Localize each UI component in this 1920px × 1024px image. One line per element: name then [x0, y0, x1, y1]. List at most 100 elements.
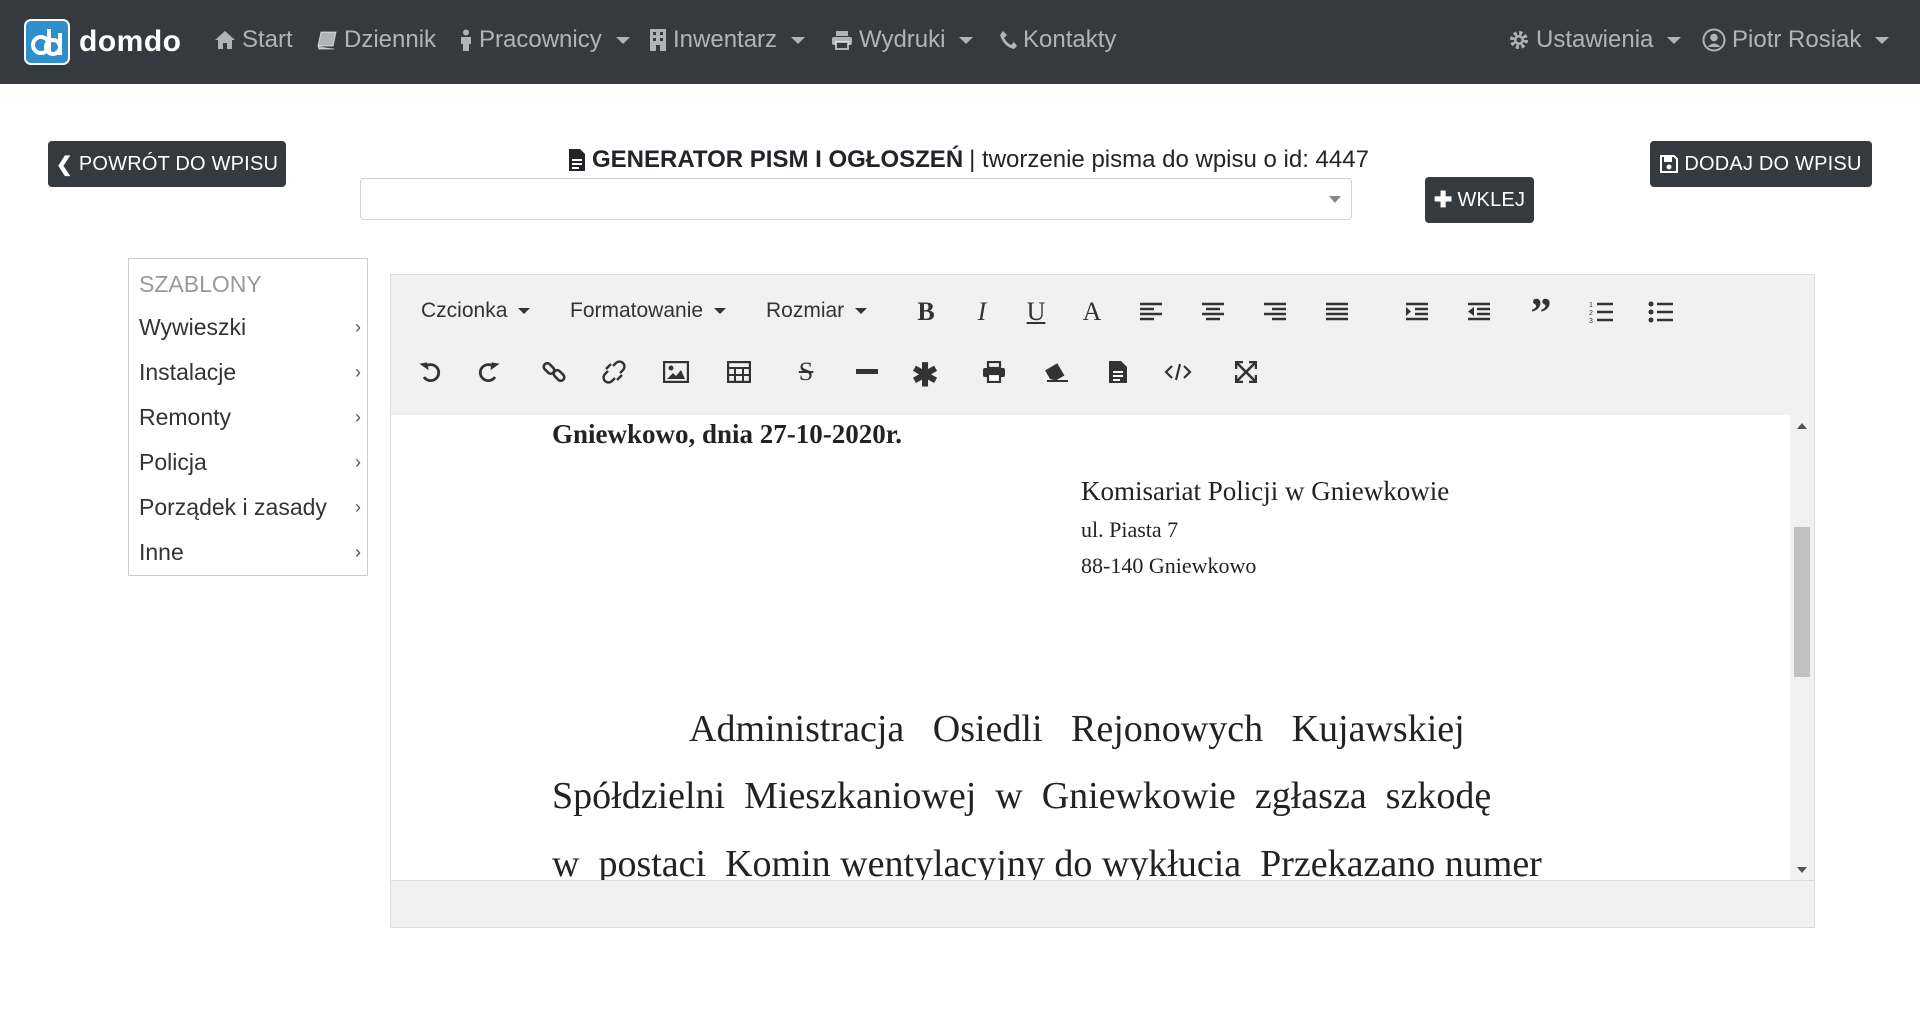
back-to-entry-button[interactable]: ❮ POWRÓT DO WPISU: [48, 141, 286, 187]
nav-dziennik[interactable]: Dziennik: [316, 26, 436, 54]
italic-button[interactable]: I: [965, 295, 999, 329]
svg-text:3: 3: [1589, 318, 1593, 323]
nav-start-label: Start: [242, 26, 293, 53]
editor-toolbar: Czcionka Formatowanie Rozmiar B I U A ” …: [391, 275, 1814, 416]
nav-dziennik-label: Dziennik: [344, 26, 437, 53]
nav-start[interactable]: Start: [214, 26, 293, 54]
nav-user-menu[interactable]: Piotr Rosiak: [1702, 26, 1890, 54]
chevron-right-icon: ›: [355, 497, 361, 517]
chevron-down-icon: [855, 308, 868, 314]
sidebar-item-instalacje[interactable]: Instalacje ›: [139, 359, 361, 386]
unlink-button[interactable]: [597, 355, 631, 389]
code-icon: [1164, 363, 1192, 381]
clear-format-button[interactable]: [1039, 355, 1073, 389]
outdent-button[interactable]: [1462, 295, 1496, 329]
align-center-icon: [1202, 302, 1224, 321]
align-right-button[interactable]: [1258, 295, 1292, 329]
sidebar-item-inne[interactable]: Inne ›: [139, 539, 361, 566]
align-justify-button[interactable]: [1320, 295, 1354, 329]
document-date-line: Gniewkowo, dnia 27-10-2020r.: [552, 419, 903, 449]
scroll-up-arrow-icon[interactable]: [1797, 423, 1807, 429]
sidebar-item-wywieszki[interactable]: Wywieszki ›: [139, 314, 361, 341]
format-dropdown[interactable]: Formatowanie: [570, 299, 727, 323]
link-icon: [542, 361, 566, 383]
chevron-down-icon: [959, 36, 974, 44]
nav-kontakty[interactable]: Kontakty: [999, 26, 1116, 54]
nav-wydruki[interactable]: Wydruki: [831, 26, 974, 54]
redo-button[interactable]: [471, 355, 505, 389]
image-icon: [663, 361, 689, 383]
align-justify-icon: [1326, 302, 1348, 321]
editor-statusbar: [391, 880, 1814, 927]
page-title-main: GENERATOR PISM I OGŁOSZEŃ: [592, 146, 964, 173]
unordered-list-button[interactable]: [1644, 295, 1678, 329]
eraser-icon: [1045, 363, 1068, 382]
nav-inwentarz[interactable]: Inwentarz: [649, 26, 806, 54]
print-button[interactable]: [977, 355, 1011, 389]
book-icon: [317, 31, 337, 50]
ordered-list-icon: 123: [1589, 302, 1613, 323]
rich-text-editor: Czcionka Formatowanie Rozmiar B I U A ” …: [390, 274, 1815, 928]
back-to-entry-label: POWRÓT DO WPISU: [78, 152, 279, 175]
align-center-button[interactable]: [1196, 295, 1230, 329]
strikethrough-button[interactable]: S: [789, 355, 823, 389]
document-body-line: Spółdzielni Mieszkaniowej w Gniewkowie z…: [552, 775, 1492, 817]
image-button[interactable]: [659, 355, 693, 389]
indent-button[interactable]: [1400, 295, 1434, 329]
unlink-icon: [602, 360, 626, 384]
svg-text:2: 2: [1589, 310, 1593, 317]
bold-icon: B: [917, 297, 935, 326]
top-navbar: domdo Start Dziennik Pracownicy Inwentar…: [0, 0, 1920, 84]
unordered-list-icon: [1648, 301, 1673, 323]
sidebar-item-label: Inne: [139, 539, 184, 565]
table-button[interactable]: [722, 355, 756, 389]
align-left-button[interactable]: [1134, 295, 1168, 329]
template-select[interactable]: [360, 178, 1352, 220]
horizontal-rule-button[interactable]: [850, 355, 884, 389]
size-dropdown[interactable]: Rozmiar: [766, 299, 868, 323]
templates-sidebar: SZABLONY Wywieszki › Instalacje › Remonty ›…: [128, 258, 368, 576]
printer-icon: [832, 31, 852, 50]
link-button[interactable]: [537, 355, 571, 389]
fullscreen-button[interactable]: [1229, 355, 1263, 389]
sidebar-item-porzadek[interactable]: Porządek i zasady ›: [139, 494, 361, 521]
paste-button[interactable]: ✚ WKLEJ: [1425, 177, 1534, 223]
sidebar-item-label: Wywieszki: [139, 314, 247, 340]
ordered-list-button[interactable]: 123: [1584, 295, 1618, 329]
add-to-entry-button[interactable]: DODAJ DO WPISU: [1650, 141, 1872, 187]
editor-content[interactable]: Gniewkowo, dnia 27-10-2020r. Komisariat …: [391, 415, 1791, 881]
file-icon: [569, 149, 585, 171]
save-icon: [1660, 155, 1679, 173]
nav-ustawienia[interactable]: Ustawienia: [1508, 26, 1682, 54]
strikethrough-icon: S: [798, 357, 814, 386]
document-street: ul. Piasta 7: [1081, 517, 1179, 542]
chevron-down-icon: [518, 308, 531, 314]
template-button[interactable]: [1101, 355, 1135, 389]
source-code-button[interactable]: [1161, 355, 1195, 389]
sidebar-item-policja[interactable]: Policja ›: [139, 449, 361, 476]
font-dropdown[interactable]: Czcionka: [421, 299, 531, 323]
table-icon: [727, 361, 751, 383]
sidebar-item-label: Porządek i zasady: [139, 494, 327, 520]
chevron-down-icon: [615, 36, 630, 44]
outdent-icon: [1468, 302, 1490, 321]
nav-inwentarz-label: Inwentarz: [673, 26, 778, 53]
printer-icon: [983, 361, 1005, 383]
scroll-down-arrow-icon[interactable]: [1797, 867, 1807, 873]
sidebar-item-remonty[interactable]: Remonty ›: [139, 404, 361, 431]
bold-button[interactable]: B: [909, 295, 943, 329]
brand[interactable]: domdo: [24, 19, 181, 65]
quote-icon: ”: [1530, 291, 1552, 337]
horizontal-rule-icon: [856, 369, 878, 374]
special-char-button[interactable]: ✱: [908, 355, 942, 391]
blockquote-button[interactable]: ”: [1524, 291, 1558, 337]
home-icon: [215, 31, 235, 49]
underline-button[interactable]: U: [1019, 295, 1053, 329]
editor-scrollbar[interactable]: [1790, 415, 1814, 881]
nav-pracownicy[interactable]: Pracownicy: [459, 26, 630, 54]
chevron-right-icon: ›: [355, 452, 361, 472]
undo-button[interactable]: [414, 355, 448, 389]
size-dropdown-label: Rozmiar: [766, 299, 845, 322]
font-color-button[interactable]: A: [1075, 295, 1109, 329]
scrollbar-thumb[interactable]: [1794, 527, 1810, 677]
